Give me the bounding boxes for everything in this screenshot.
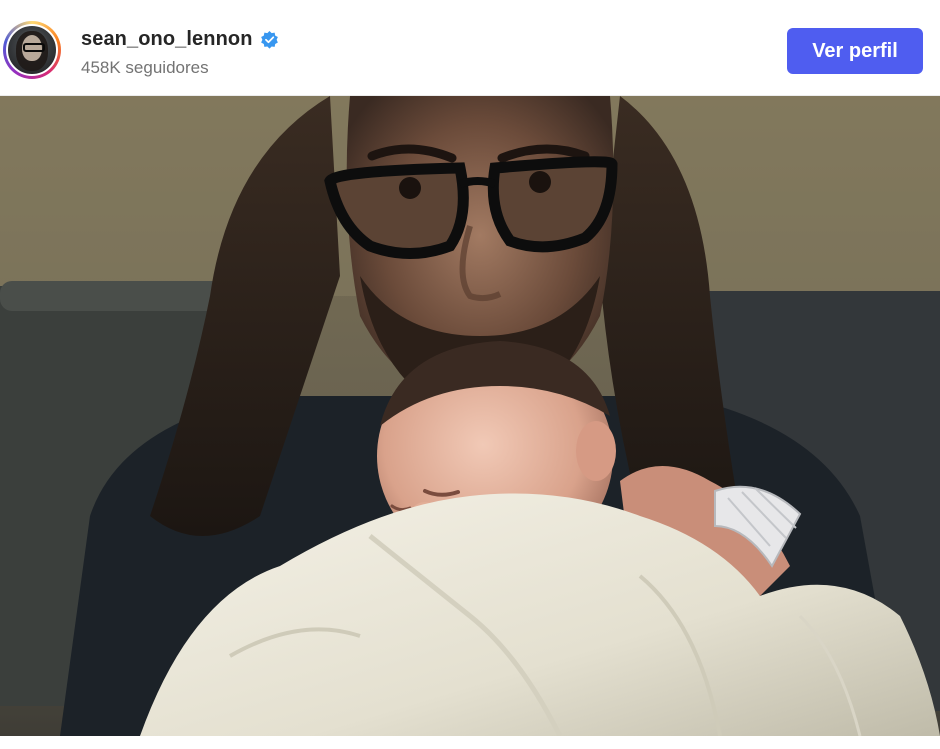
view-profile-button[interactable]: Ver perfil: [787, 28, 923, 74]
username-link[interactable]: sean_ono_lennon: [81, 28, 253, 51]
avatar[interactable]: [6, 24, 58, 76]
post-header: sean_ono_lennon 458K seguidores Ver perf…: [0, 0, 940, 96]
photo-illustration: [0, 96, 940, 736]
avatar-story-ring[interactable]: [3, 21, 61, 79]
username-row: sean_ono_lennon: [81, 28, 279, 51]
verified-badge-icon: [260, 30, 278, 49]
instagram-embed: sean_ono_lennon 458K seguidores Ver perf…: [0, 0, 940, 749]
post-photo[interactable]: [0, 96, 940, 736]
avatar-glasses: [23, 43, 45, 52]
followers-count: 458K seguidores: [81, 58, 209, 77]
